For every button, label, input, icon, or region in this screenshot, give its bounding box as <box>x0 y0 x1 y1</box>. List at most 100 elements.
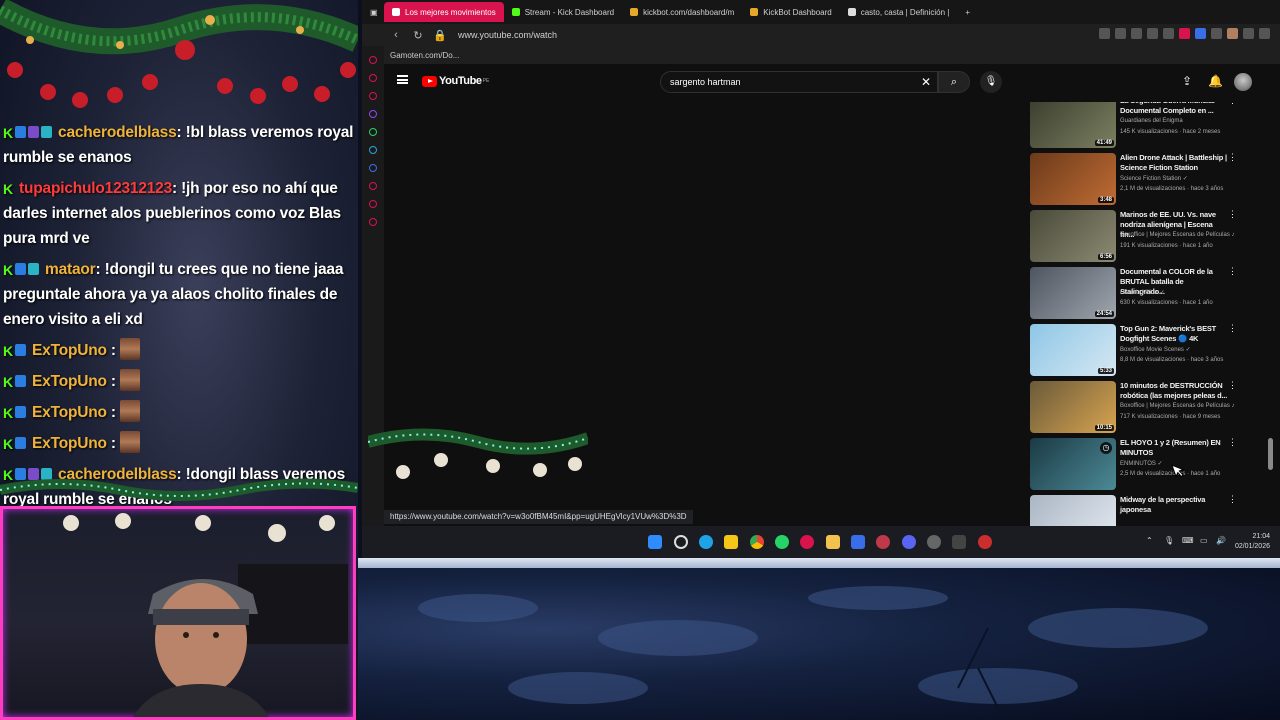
address-bar[interactable]: www.youtube.com/watch <box>458 30 557 40</box>
more-options-icon[interactable]: ⋮ <box>1228 438 1237 447</box>
video-title[interactable]: Alien Drone Attack | Battleship | Scienc… <box>1120 153 1228 173</box>
related-video-item[interactable]: 6:56 Marinos de EE. UU. Vs. nave nodriza … <box>1030 210 1278 264</box>
extension-icon[interactable] <box>1211 28 1222 39</box>
edge-icon[interactable] <box>699 535 713 549</box>
recording-app-icon[interactable] <box>978 535 992 549</box>
new-tab-button[interactable]: + <box>957 2 978 22</box>
search-button[interactable]: ⌕ <box>938 71 970 93</box>
video-thumbnail[interactable]: ◷ <box>1030 438 1116 490</box>
bookmark-item[interactable]: Gamoten.com/Do... <box>390 51 459 60</box>
video-title[interactable]: Top Gun 2: Maverick's BEST Dogfight Scen… <box>1120 324 1228 344</box>
channel-name[interactable]: Boxoffice Movie Scenes ✓ <box>1120 346 1240 353</box>
sidebar-bookmark-icon[interactable] <box>369 74 377 82</box>
channel-name[interactable]: Guardianes del Enigma <box>1120 118 1240 124</box>
channel-name[interactable]: Boxoffice | Mejores Escenas de Películas… <box>1120 403 1240 409</box>
sidebar-whatsapp-icon[interactable] <box>369 128 377 136</box>
notifications-bell-icon[interactable]: 🔔 <box>1208 74 1223 88</box>
video-thumbnail[interactable]: 6:56 <box>1030 210 1116 262</box>
windows-start-icon[interactable] <box>648 535 662 549</box>
sidebar-home-icon[interactable] <box>369 56 377 64</box>
video-title[interactable]: La Segunda Guerra Mundial – Documental C… <box>1120 102 1228 116</box>
account-avatar[interactable] <box>1234 73 1252 91</box>
clear-search-icon[interactable]: ✕ <box>921 75 931 89</box>
tray-chevron-icon[interactable]: ⌃ <box>1146 537 1154 545</box>
tab-youtube[interactable]: Los mejores movimientos <box>384 2 504 22</box>
related-video-item[interactable]: 24:54 Documental a COLOR de la BRUTAL bat… <box>1030 267 1278 321</box>
channel-name[interactable]: Boxoffice | Mejores Escenas de Películas… <box>1120 232 1240 238</box>
app-icon[interactable] <box>876 535 890 549</box>
channel-name[interactable]: Historia Militar ✓ <box>1120 289 1240 296</box>
notes-app-icon[interactable] <box>724 535 738 549</box>
ai-icon[interactable] <box>1243 28 1254 39</box>
video-thumbnail[interactable]: 5:33 <box>1030 324 1116 376</box>
more-options-icon[interactable]: ⋮ <box>1228 381 1237 390</box>
menu-icon[interactable] <box>1259 28 1270 39</box>
more-options-icon[interactable]: ⋮ <box>1228 102 1237 105</box>
pin-icon[interactable] <box>1115 28 1126 39</box>
tab-group-icon[interactable]: ▣ <box>362 2 384 22</box>
sidebar-settings-icon[interactable] <box>369 218 377 226</box>
scrollbar-thumb[interactable] <box>1268 438 1273 470</box>
related-video-item[interactable]: 41:49 La Segunda Guerra Mundial – Documen… <box>1030 102 1278 150</box>
profile-icon[interactable] <box>1227 28 1238 39</box>
tab-definicion[interactable]: casto, casta | Definición | <box>840 2 958 22</box>
steam-icon[interactable] <box>927 535 941 549</box>
channel-name[interactable]: Science Fiction Station ✓ <box>1120 175 1240 182</box>
video-thumbnail[interactable]: 24:54 <box>1030 267 1116 319</box>
extension-icon[interactable] <box>1131 28 1142 39</box>
opera-gx-icon[interactable] <box>800 535 814 549</box>
more-options-icon[interactable]: ⋮ <box>1228 324 1237 333</box>
whatsapp-icon[interactable] <box>775 535 789 549</box>
video-thumbnail[interactable] <box>1030 495 1116 526</box>
video-title[interactable]: 10 minutos de DESTRUCCIÓN robótica (las … <box>1120 381 1228 401</box>
watch-later-icon[interactable]: ◷ <box>1100 442 1112 454</box>
sidebar-app-icon[interactable] <box>369 164 377 172</box>
related-video-item[interactable]: 3:48 Alien Drone Attack | Battleship | Sc… <box>1030 153 1278 207</box>
related-video-item[interactable]: 10:15 10 minutos de DESTRUCCIÓN robótica … <box>1030 381 1278 435</box>
back-icon[interactable]: ‹ <box>388 29 404 41</box>
tab-kick-dashboard[interactable]: Stream - Kick Dashboard <box>504 2 622 22</box>
heart-icon[interactable] <box>1179 28 1190 39</box>
video-title[interactable]: EL HOYO 1 y 2 (Resumen) EN MINUTOS <box>1120 438 1228 458</box>
youtube-logo[interactable]: YouTube PE <box>422 75 489 87</box>
related-video-item[interactable]: ◷ EL HOYO 1 y 2 (Resumen) EN MINUTOS ENMIN… <box>1030 438 1278 492</box>
network-icon[interactable]: ▭ <box>1200 537 1208 545</box>
play-icon[interactable] <box>1163 28 1174 39</box>
sidebar-telegram-icon[interactable] <box>369 146 377 154</box>
extension-icon[interactable] <box>1147 28 1158 39</box>
more-options-icon[interactable]: ⋮ <box>1228 210 1237 219</box>
related-video-item[interactable]: Midway de la perspectiva japonesa ⋮ <box>1030 495 1278 526</box>
voice-search-button[interactable]: 🎙 <box>980 71 1002 93</box>
sidebar-notes-icon[interactable] <box>369 92 377 100</box>
microphone-icon[interactable]: 🎙 <box>1164 537 1174 545</box>
more-options-icon[interactable]: ⋮ <box>1228 153 1237 162</box>
lock-icon[interactable]: 🔒 <box>432 29 448 42</box>
sidebar-downloads-icon[interactable] <box>369 200 377 208</box>
search-icon[interactable] <box>674 535 688 549</box>
create-upload-icon[interactable]: ⇪ <box>1182 74 1192 88</box>
search-input[interactable]: sargento hartman ✕ <box>660 71 938 93</box>
keyboard-icon[interactable]: ⌨ <box>1182 537 1194 545</box>
chrome-icon[interactable] <box>750 535 764 549</box>
related-video-item[interactable]: 5:33 Top Gun 2: Maverick's BEST Dogfight … <box>1030 324 1278 378</box>
hamburger-menu-icon[interactable] <box>397 75 408 84</box>
sidebar-history-icon[interactable] <box>369 182 377 190</box>
more-options-icon[interactable]: ⋮ <box>1228 495 1237 504</box>
store-icon[interactable] <box>851 535 865 549</box>
file-explorer-icon[interactable] <box>826 535 840 549</box>
tab-kickbot[interactable]: kickbot.com/dashboard/m <box>622 2 742 22</box>
discord-icon[interactable] <box>902 535 916 549</box>
reload-icon[interactable]: ↻ <box>410 29 426 42</box>
volume-icon[interactable]: 🔊 <box>1216 537 1226 545</box>
clock[interactable]: 21:04 02/01/2026 <box>1235 532 1270 552</box>
video-thumbnail[interactable]: 10:15 <box>1030 381 1116 433</box>
extension-icon[interactable] <box>1195 28 1206 39</box>
video-thumbnail[interactable]: 41:49 <box>1030 102 1116 148</box>
obs-icon[interactable] <box>952 535 966 549</box>
more-options-icon[interactable]: ⋮ <box>1228 267 1237 276</box>
video-thumbnail[interactable]: 3:48 <box>1030 153 1116 205</box>
sidebar-twitch-icon[interactable] <box>369 110 377 118</box>
zoom-icon[interactable] <box>1099 28 1110 39</box>
tab-kickbot-dashboard[interactable]: KickBot Dashboard <box>742 2 839 22</box>
video-title[interactable]: Midway de la perspectiva japonesa <box>1120 495 1228 515</box>
